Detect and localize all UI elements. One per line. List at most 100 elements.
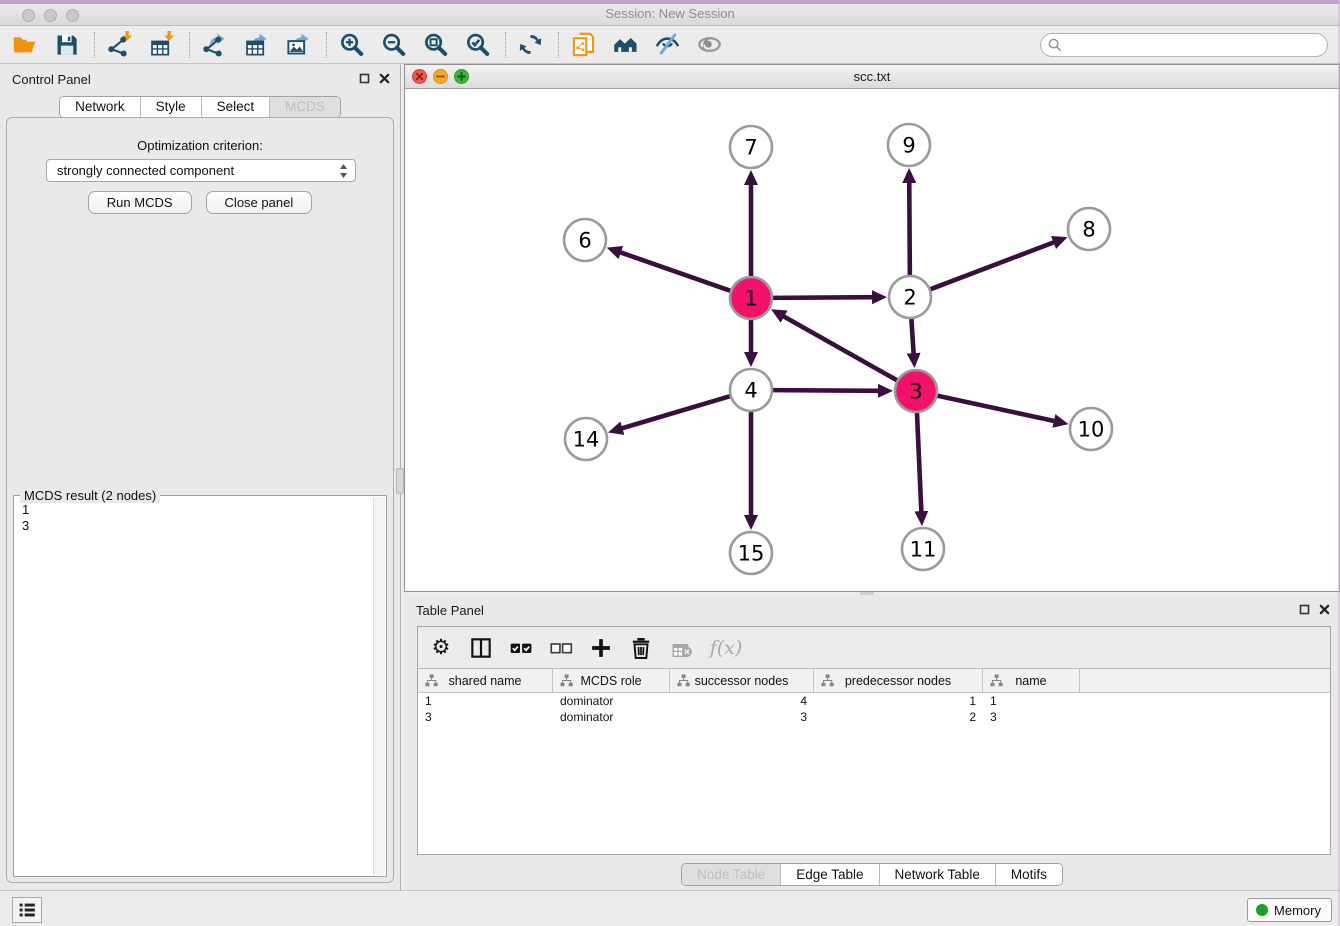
node-table-container: ⚙f(x) shared nameMCDS rolesuccessor node… — [417, 626, 1331, 855]
mcds-tab-content: Optimization criterion: strongly connect… — [6, 117, 394, 883]
edge-3-11[interactable] — [917, 412, 921, 512]
tab-motifs[interactable]: Motifs — [995, 864, 1062, 885]
float-panel-icon[interactable] — [359, 73, 370, 84]
search-input[interactable] — [1040, 33, 1328, 57]
show-eye-button[interactable] — [693, 29, 726, 61]
graph-node-label-2: 2 — [903, 286, 916, 310]
import-table-button[interactable] — [145, 29, 178, 61]
zoom-selected-icon — [464, 31, 491, 58]
edge-3-10[interactable] — [937, 395, 1055, 421]
network-graph[interactable]: 7968124314101511 — [405, 89, 1339, 591]
dropdown-stepper-icon — [339, 163, 348, 185]
refresh-button[interactable] — [514, 29, 547, 61]
tab-network-table[interactable]: Network Table — [879, 864, 995, 885]
table-row[interactable]: 3dominator323 — [418, 709, 1330, 725]
export-table-button[interactable] — [240, 29, 273, 61]
column-header-label: predecessor nodes — [845, 674, 951, 688]
home-button[interactable] — [609, 29, 642, 61]
save-session-button[interactable] — [50, 29, 83, 61]
unselect-all-columns-button[interactable] — [546, 633, 576, 663]
table-cell[interactable]: 3 — [418, 709, 553, 725]
network-window-titlebar[interactable]: scc.txt — [405, 65, 1339, 89]
table-cell[interactable]: dominator — [553, 709, 670, 725]
edge-3-1[interactable] — [783, 316, 897, 381]
control-panel-tabs: NetworkStyleSelectMCDS — [0, 96, 400, 118]
table-header-row: shared nameMCDS rolesuccessor nodes prede… — [418, 669, 1330, 693]
graph-node-label-11: 11 — [910, 538, 937, 562]
unselect-all-columns-icon — [548, 635, 574, 661]
delete-table-icon — [668, 635, 694, 661]
close-panel-icon[interactable] — [379, 73, 390, 84]
task-history-button[interactable] — [12, 897, 42, 923]
column-header-predecessor-nodes[interactable]: predecessor nodes — [814, 669, 983, 692]
table-cell[interactable]: 1 — [418, 693, 553, 709]
edge-2-3[interactable] — [911, 318, 913, 354]
mcds-result-scrollbar[interactable] — [373, 497, 385, 875]
column-header-successor-nodes[interactable]: successor nodes — [670, 669, 814, 692]
zoom-fit-button[interactable] — [419, 29, 452, 61]
graph-node-label-9: 9 — [902, 134, 915, 158]
table-panel-header: Table Panel — [404, 595, 1340, 623]
list-icon — [16, 899, 38, 921]
panel-splitter-grip[interactable] — [396, 468, 404, 494]
duplicate-network-button[interactable] — [567, 29, 600, 61]
mcds-result-box: MCDS result (2 nodes) 1 3 — [13, 495, 387, 877]
control-panel-header: Control Panel — [0, 64, 400, 92]
main-toolbar — [0, 26, 1340, 64]
tab-network[interactable]: Network — [60, 97, 140, 117]
select-all-columns-button[interactable] — [506, 633, 536, 663]
float-table-panel-icon[interactable] — [1299, 604, 1310, 615]
optimization-criterion-label: Optimization criterion: — [7, 138, 393, 153]
zoom-out-button[interactable] — [377, 29, 410, 61]
table-cell[interactable]: 1 — [983, 693, 1080, 709]
import-table-icon — [148, 31, 175, 58]
export-network-button[interactable] — [198, 29, 231, 61]
table-panel: Table Panel ⚙f(x) shared nameMCDS rolesu… — [404, 595, 1340, 890]
table-settings-button[interactable]: ⚙ — [426, 633, 456, 663]
table-row[interactable]: 1dominator411 — [418, 693, 1330, 709]
export-image-button[interactable] — [282, 29, 315, 61]
column-type-icon — [990, 674, 1003, 687]
graph-node-label-10: 10 — [1078, 418, 1105, 442]
close-table-panel-icon[interactable] — [1319, 604, 1330, 615]
tab-mcds[interactable]: MCDS — [269, 97, 340, 117]
add-column-button[interactable] — [586, 633, 616, 663]
tab-node-table[interactable]: Node Table — [682, 864, 780, 885]
edge-2-8[interactable] — [930, 242, 1055, 289]
control-panel: Control Panel NetworkStyleSelectMCDS Opt… — [0, 64, 401, 890]
column-layout-button[interactable] — [466, 633, 496, 663]
horizontal-splitter-grip[interactable] — [860, 592, 874, 595]
edge-4-3[interactable] — [772, 390, 879, 391]
column-header-shared-name[interactable]: shared name — [418, 669, 553, 692]
graph-node-label-7: 7 — [744, 136, 757, 160]
table-cell[interactable]: 1 — [814, 693, 983, 709]
toolbar-separator — [94, 32, 95, 58]
zoom-in-button[interactable] — [335, 29, 368, 61]
import-network-button[interactable] — [103, 29, 136, 61]
edge-2-9[interactable] — [909, 182, 910, 276]
table-cell[interactable]: 3 — [670, 709, 814, 725]
tab-edge-table[interactable]: Edge Table — [780, 864, 878, 885]
close-panel-button[interactable]: Close panel — [206, 191, 313, 214]
graph-node-label-14: 14 — [573, 428, 600, 452]
run-mcds-button[interactable]: Run MCDS — [88, 191, 192, 214]
edge-4-14[interactable] — [621, 396, 730, 428]
edge-1-6[interactable] — [620, 252, 731, 291]
hide-panels-button[interactable] — [651, 29, 684, 61]
column-header-name[interactable]: name — [983, 669, 1080, 692]
network-window-title: scc.txt — [405, 69, 1339, 84]
memory-button[interactable]: Memory — [1247, 898, 1332, 922]
zoom-selected-button[interactable] — [461, 29, 494, 61]
table-cell[interactable]: 4 — [670, 693, 814, 709]
table-cell[interactable]: dominator — [553, 693, 670, 709]
tab-select[interactable]: Select — [201, 97, 270, 117]
open-session-button[interactable] — [8, 29, 41, 61]
delete-column-button[interactable] — [626, 633, 656, 663]
tab-style[interactable]: Style — [140, 97, 201, 117]
table-cell[interactable]: 3 — [983, 709, 1080, 725]
edge-1-2[interactable] — [772, 297, 873, 298]
network-canvas[interactable]: 7968124314101511 — [405, 89, 1339, 591]
optimization-criterion-select[interactable]: strongly connected component — [46, 159, 356, 182]
column-header-MCDS-role[interactable]: MCDS role — [553, 669, 670, 692]
table-cell[interactable]: 2 — [814, 709, 983, 725]
